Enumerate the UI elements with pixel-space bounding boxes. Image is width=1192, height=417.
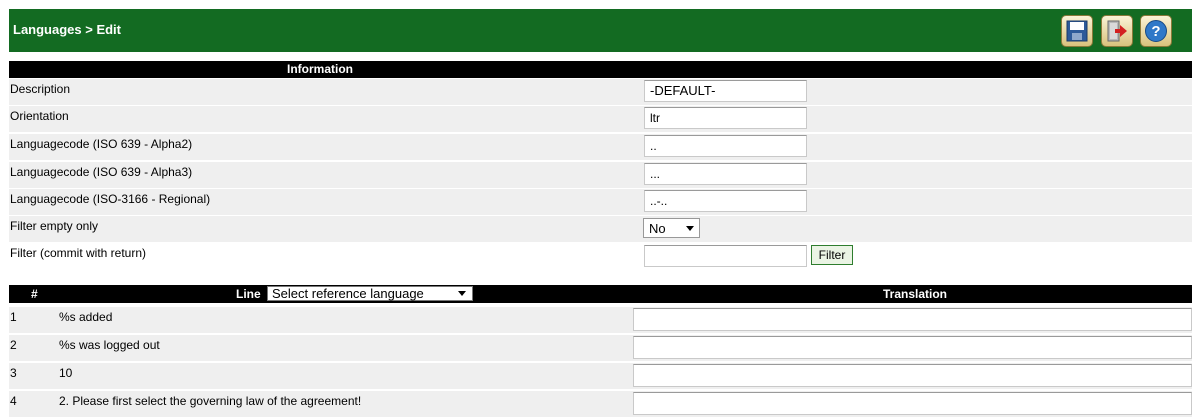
description-label: Description — [10, 82, 71, 96]
regional-label: Languagecode (ISO-3166 - Regional) — [10, 192, 211, 206]
regional-input[interactable]: ..-.. — [644, 190, 807, 212]
information-title: Information — [287, 62, 353, 76]
alpha2-label: Languagecode (ISO 639 - Alpha2) — [10, 137, 193, 151]
reference-language-value: Select reference language — [272, 286, 424, 301]
exit-button[interactable] — [1101, 15, 1133, 47]
translation-input[interactable] — [633, 336, 1192, 359]
translation-input[interactable] — [633, 364, 1192, 387]
filter-label: Filter (commit with return) — [10, 246, 147, 260]
information-header: Information — [9, 61, 1192, 78]
description-input[interactable]: -DEFAULT- — [644, 80, 807, 102]
row-number: 3 — [10, 366, 17, 380]
row-number: 1 — [10, 310, 17, 324]
save-button[interactable] — [1061, 15, 1093, 47]
save-icon — [1066, 20, 1088, 42]
table-row: 3 10 — [9, 363, 1192, 389]
translation-input[interactable] — [633, 392, 1192, 415]
column-line: Line — [236, 287, 261, 301]
exit-icon — [1107, 20, 1127, 42]
filter-empty-value: No — [649, 221, 666, 236]
title-bar: Languages > Edit ? — [9, 9, 1192, 52]
alpha2-row: Languagecode (ISO 639 - Alpha2) .. — [9, 134, 1192, 160]
filter-button[interactable]: Filter — [811, 245, 853, 265]
alpha3-label: Languagecode (ISO 639 - Alpha3) — [10, 165, 193, 179]
orientation-row: Orientation ltr — [9, 106, 1192, 132]
filter-input[interactable] — [644, 245, 807, 267]
filter-empty-select[interactable]: No — [643, 218, 700, 238]
description-row: Description -DEFAULT- — [9, 79, 1192, 105]
row-line-text: 2. Please first select the governing law… — [59, 394, 362, 408]
row-number: 2 — [10, 338, 17, 352]
alpha2-input[interactable]: .. — [644, 135, 807, 157]
table-row: 2 %s was logged out — [9, 335, 1192, 361]
chevron-down-icon — [686, 226, 694, 231]
row-line-text: %s added — [59, 310, 113, 324]
orientation-label: Orientation — [10, 109, 69, 123]
orientation-input[interactable]: ltr — [644, 107, 807, 129]
alpha3-input[interactable]: ... — [644, 163, 807, 185]
translation-input[interactable] — [633, 308, 1192, 331]
help-button[interactable]: ? — [1140, 15, 1172, 47]
filter-empty-row: Filter empty only No — [9, 216, 1192, 242]
alpha3-row: Languagecode (ISO 639 - Alpha3) ... — [9, 162, 1192, 188]
filter-empty-label: Filter empty only — [10, 219, 99, 233]
filter-row: Filter (commit with return) Filter — [9, 243, 1192, 269]
row-line-text: %s was logged out — [59, 338, 160, 352]
translation-table-header: # Line Select reference language Transla… — [9, 285, 1192, 303]
table-row: 1 %s added — [9, 307, 1192, 333]
row-line-text: 10 — [59, 366, 73, 380]
column-translation: Translation — [883, 287, 948, 301]
reference-language-select[interactable]: Select reference language — [267, 286, 473, 301]
row-number: 4 — [10, 394, 17, 408]
column-number: # — [31, 287, 38, 301]
regional-row: Languagecode (ISO-3166 - Regional) ..-.. — [9, 189, 1192, 215]
page-title: Languages > Edit — [13, 22, 121, 37]
table-row: 4 2. Please first select the governing l… — [9, 391, 1192, 417]
chevron-down-icon — [458, 291, 466, 296]
help-icon: ? — [1145, 20, 1167, 42]
svg-text:?: ? — [1151, 23, 1160, 40]
